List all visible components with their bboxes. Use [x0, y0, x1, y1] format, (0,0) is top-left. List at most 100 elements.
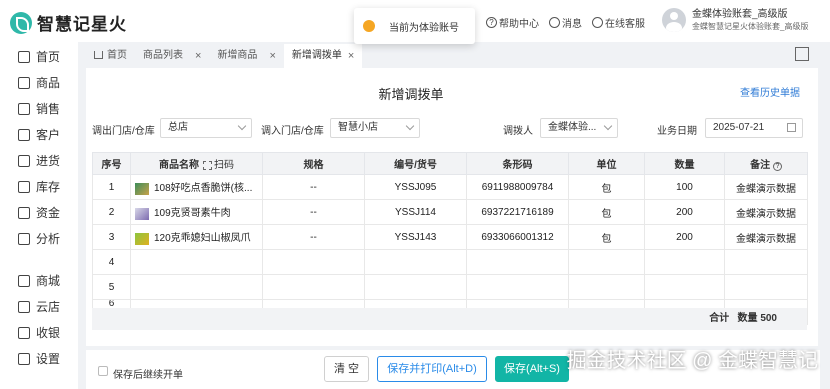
avatar	[662, 8, 686, 32]
goods-name-cell[interactable]: 108好吃点香脆饼(核...	[130, 174, 263, 200]
analysis-icon	[18, 232, 30, 245]
page-tabs: 首页 商品列表 × 新增商品 × 新增调拨单 ×	[86, 44, 820, 68]
to-store-label: 调入门店/仓库	[261, 126, 324, 137]
bell-icon	[549, 17, 560, 28]
date-picker[interactable]: 2025-07-21	[705, 118, 803, 138]
close-icon[interactable]: ×	[348, 44, 354, 68]
user-menu[interactable]: 金蝶体验账套_高级版 金蝶智慧记星火体验账套_高级版	[662, 8, 808, 32]
help-icon[interactable]: ?	[772, 162, 782, 171]
goods-icon	[18, 76, 30, 89]
tab-goods-list[interactable]: 商品列表 ×	[135, 44, 209, 68]
col-code: 编号/货号	[364, 152, 467, 175]
scan-label[interactable]: 扫码	[214, 160, 234, 171]
col-unit: 单位	[568, 152, 645, 175]
user-account: 金蝶智慧记星火体验账套_高级版	[692, 21, 809, 31]
sales-icon	[18, 102, 30, 115]
sidebar-item-purchase[interactable]: 进货	[18, 152, 60, 169]
tab-new-transfer[interactable]: 新增调拨单 ×	[283, 44, 363, 68]
sidebar-item-stock[interactable]: 库存	[18, 178, 60, 195]
trial-toast: 当前为体验账号	[354, 8, 475, 44]
col-seq: 序号	[92, 152, 131, 175]
from-store-label: 调出门店/仓库	[92, 126, 155, 137]
to-store-select[interactable]: 智慧小店	[330, 118, 420, 138]
transfer-form-card: 新增调拨单 查看历史单据 调出门店/仓库 总店 调入门店/仓库 智慧小店 调拨人…	[86, 68, 818, 346]
continue-checkbox-label[interactable]: 保存后继续开单	[113, 366, 183, 381]
top-links: ? 帮助中心 消息 在线客服	[486, 15, 645, 30]
col-qty: 数量	[644, 152, 725, 175]
close-icon[interactable]: ×	[269, 44, 275, 68]
save-button[interactable]: 保存(Alt+S)	[495, 356, 569, 382]
sidebar-item-sales[interactable]: 销售	[18, 100, 60, 117]
goods-name-cell[interactable]: 109克贤哥素牛肉	[130, 199, 263, 225]
product-thumbnail	[135, 207, 149, 220]
sidebar-item-cashier[interactable]: 收银	[18, 324, 60, 341]
help-center-link[interactable]: ? 帮助中心	[486, 15, 539, 30]
sidebar-item-mall[interactable]: 商城	[18, 272, 60, 289]
tab-new-goods[interactable]: 新增商品 ×	[209, 44, 283, 68]
sidebar-item-cloud-store[interactable]: 云店	[18, 298, 60, 315]
sidebar-item-money[interactable]: 资金	[18, 204, 60, 221]
scan-icon[interactable]	[203, 160, 212, 170]
operator-select[interactable]: 金蝶体验...	[540, 118, 618, 138]
table-row[interactable]: 5	[92, 274, 808, 300]
stock-icon	[18, 180, 30, 193]
watermark: 掘金技术社区 @ 金蝶智慧记	[566, 350, 818, 372]
mall-icon	[18, 274, 30, 287]
toast-text: 当前为体验账号	[389, 22, 459, 34]
chevron-down-icon	[237, 121, 247, 131]
sidebar-item-customer[interactable]: 客户	[18, 126, 60, 143]
chevron-down-icon	[405, 121, 415, 131]
tab-home[interactable]: 首页	[86, 44, 135, 68]
cloud-store-icon	[18, 300, 30, 313]
col-spec: 规格	[262, 152, 365, 175]
fullscreen-icon[interactable]	[795, 47, 809, 61]
sidebar-item-settings[interactable]: 设置	[18, 350, 60, 367]
close-icon[interactable]: ×	[195, 44, 201, 68]
sidebar-item-goods[interactable]: 商品	[18, 74, 60, 91]
col-name: 商品名称 扫码	[130, 152, 263, 175]
product-thumbnail	[135, 232, 149, 245]
purchase-icon	[18, 154, 30, 167]
table-row[interactable]: 2 109克贤哥素牛肉 -- YSSJ114 6937221716189 包 2…	[92, 199, 808, 225]
cashier-icon	[18, 326, 30, 339]
col-barcode: 条形码	[466, 152, 569, 175]
table-row[interactable]: 3 120克乖媳妇山椒凤爪 -- YSSJ143 6933066001312 包…	[92, 224, 808, 250]
table-row[interactable]: 1 108好吃点香脆饼(核... -- YSSJ095 691198800978…	[92, 174, 808, 200]
goods-table: 序号 商品名称 扫码 规格 编号/货号 条形码 单位 数量 备注 ? 1 108好…	[92, 152, 808, 325]
qty-total-value: 500	[760, 313, 777, 324]
settings-icon	[18, 352, 30, 365]
warning-icon	[363, 20, 375, 32]
home-icon	[94, 51, 103, 59]
customer-icon	[18, 128, 30, 141]
sidebar: 首页 商品 销售 客户 进货 库存 资金 分析 商城 云店 收银 设置	[0, 42, 78, 389]
goods-name-cell[interactable]: 120克乖媳妇山椒凤爪	[130, 224, 263, 250]
total-label: 合计	[709, 313, 730, 324]
sidebar-item-home[interactable]: 首页	[18, 48, 60, 65]
from-store-select[interactable]: 总店	[160, 118, 252, 138]
app-logo[interactable]: 智慧记星火	[10, 10, 127, 35]
headset-icon	[592, 17, 603, 28]
help-icon: ?	[486, 17, 497, 28]
history-link[interactable]: 查看历史单据	[740, 84, 800, 99]
home-icon	[18, 50, 30, 63]
table-total-bar: 合计 数量 500	[92, 308, 807, 330]
sidebar-item-analysis[interactable]: 分析	[18, 230, 60, 247]
continue-checkbox[interactable]	[98, 366, 108, 376]
table-header-row: 序号 商品名称 扫码 规格 编号/货号 条形码 单位 数量 备注 ?	[92, 152, 808, 175]
online-service-link[interactable]: 在线客服	[592, 15, 645, 30]
qty-total-label: 数量	[737, 313, 758, 324]
calendar-icon	[787, 123, 796, 132]
operator-label: 调拨人	[503, 126, 533, 137]
app-name: 智慧记星火	[37, 15, 127, 34]
money-icon	[18, 206, 30, 219]
clear-button[interactable]: 清 空	[324, 356, 369, 382]
chevron-down-icon	[603, 121, 613, 131]
logo-icon	[10, 11, 32, 34]
table-row[interactable]: 4	[92, 249, 808, 275]
page-title: 新增调拨单	[378, 87, 444, 102]
date-label: 业务日期	[657, 126, 697, 137]
user-name: 金蝶体验账套_高级版	[692, 8, 788, 20]
product-thumbnail	[135, 182, 149, 195]
save-print-button[interactable]: 保存并打印(Alt+D)	[377, 356, 487, 382]
messages-link[interactable]: 消息	[549, 15, 582, 30]
